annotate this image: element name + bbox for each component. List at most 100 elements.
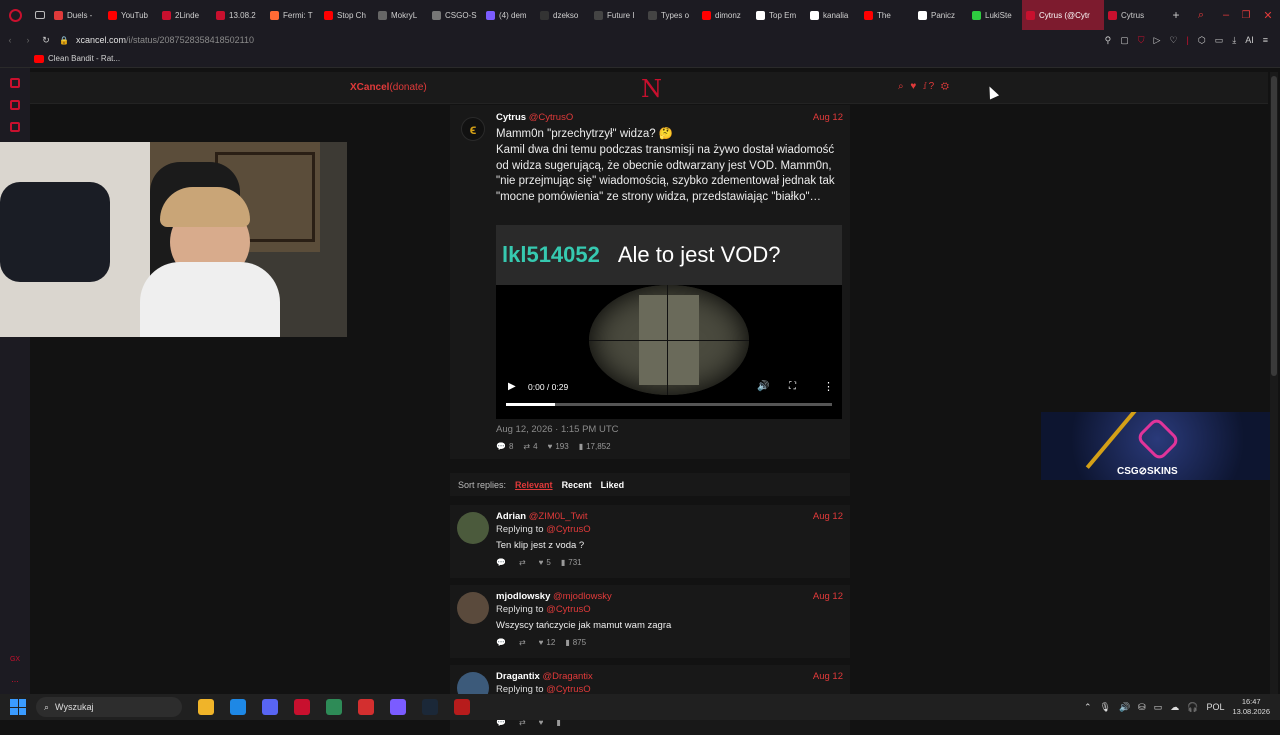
forward-icon[interactable]: ›	[20, 35, 36, 45]
reply-date[interactable]: Aug 12	[813, 511, 843, 522]
new-tab-button[interactable]: +	[1166, 0, 1186, 30]
browser-tab[interactable]: kanalia	[806, 0, 860, 30]
retweet-stat[interactable]: ⇄	[519, 558, 529, 567]
network-icon[interactable]: ⛁	[1138, 702, 1146, 713]
like-stat[interactable]: ♥ 193	[548, 442, 569, 451]
author-name[interactable]: Adrian	[496, 511, 526, 522]
scrollbar[interactable]	[1270, 72, 1278, 694]
extensions-icon[interactable]: ⬡	[1198, 35, 1206, 46]
wallet-sidebar-icon[interactable]	[10, 100, 20, 110]
fullscreen-icon[interactable]: ⛶	[789, 381, 796, 392]
play-icon[interactable]: ▷	[1154, 35, 1161, 46]
back-icon[interactable]: ‹	[0, 35, 20, 45]
scrollbar-thumb[interactable]	[1271, 76, 1277, 376]
video-player[interactable]: lkl514052 Ale to jest VOD? ▶ 0:00 / 0:29…	[496, 225, 842, 419]
browser-tab[interactable]: (4) dem	[482, 0, 536, 30]
browser-tab[interactable]: Panicz	[914, 0, 968, 30]
sort-relevant[interactable]: Relevant	[515, 480, 553, 490]
menu-icon[interactable]: ≡	[1263, 35, 1268, 45]
tweet-timestamp[interactable]: Aug 12, 2026 · 1:15 PM UTC	[496, 424, 619, 435]
reply-date[interactable]: Aug 12	[813, 671, 843, 682]
browser-tab[interactable]: MokryL	[374, 0, 428, 30]
ai-button[interactable]: AI	[1245, 35, 1254, 45]
site-brand[interactable]: XCancel(donate)	[350, 82, 427, 93]
author-handle[interactable]: @ZIM0L_Twit	[529, 511, 588, 522]
retweet-stat[interactable]: ⇄	[519, 638, 529, 647]
browser-tab[interactable]: YouTub	[104, 0, 158, 30]
retweet-stat[interactable]: ⇄ 4	[523, 442, 537, 451]
author-handle[interactable]: @CytrusO	[529, 112, 573, 123]
browser-tab[interactable]: 13.08.2	[212, 0, 266, 30]
minimize-icon[interactable]: –	[1216, 9, 1236, 21]
author-name[interactable]: Dragantix	[496, 671, 540, 682]
app-red-icon[interactable]	[358, 699, 374, 715]
progress-track[interactable]	[506, 403, 832, 406]
file-explorer-icon[interactable]	[198, 699, 214, 715]
messenger-sidebar-icon[interactable]	[10, 122, 20, 132]
header-icons[interactable]: ⌕ ♥ ⅈ? ⚙	[898, 81, 951, 92]
browser-tab[interactable]: LukiSte	[968, 0, 1022, 30]
search-tabs-icon[interactable]: ⌕	[1186, 9, 1216, 22]
reply-stat[interactable]: 💬	[496, 558, 509, 567]
more-sidebar-icon[interactable]: ...	[0, 674, 30, 684]
gx-label[interactable]: GX	[0, 656, 30, 663]
browser-tab[interactable]: Fermi: T	[266, 0, 320, 30]
restore-icon[interactable]: ❐	[1236, 10, 1256, 21]
author-name[interactable]: mjodlowsky	[496, 591, 550, 602]
avatar[interactable]: ϵ	[461, 117, 485, 141]
like-stat[interactable]: ♥ 12	[539, 638, 556, 647]
steam-icon[interactable]	[422, 699, 438, 715]
browser-tab[interactable]: Duels -	[50, 0, 104, 30]
replying-handle[interactable]: @CytrusO	[546, 524, 590, 535]
url-domain[interactable]: xcancel.com	[76, 35, 126, 45]
browser-tab[interactable]: Future I	[590, 0, 644, 30]
browser-tab[interactable]: Top Em	[752, 0, 806, 30]
workspaces-icon[interactable]	[30, 11, 50, 19]
snapshot-icon[interactable]: ▢	[1120, 35, 1129, 46]
author-name[interactable]: Cytrus	[496, 112, 526, 123]
discord-icon[interactable]	[262, 699, 278, 715]
reply-stat[interactable]: 💬	[496, 638, 509, 647]
app-purple-icon[interactable]	[390, 699, 406, 715]
reply-stat[interactable]: 💬 8	[496, 442, 513, 451]
wallet-icon[interactable]: ▭	[1215, 35, 1224, 46]
windows-start-icon[interactable]	[10, 699, 26, 715]
display-icon[interactable]: ▭	[1154, 702, 1163, 713]
video-menu-icon[interactable]: ⋮	[823, 380, 834, 393]
opera-gx-icon[interactable]	[294, 699, 310, 715]
author-handle[interactable]: @mjodlowsky	[553, 591, 612, 602]
bookmark-icon[interactable]: ⚲	[1105, 35, 1112, 46]
opera-sidebar-icon[interactable]	[10, 78, 20, 88]
author-handle[interactable]: @Dragantix	[542, 671, 592, 682]
like-stat[interactable]: ♥ 5	[539, 558, 551, 567]
shield-app-icon[interactable]	[454, 699, 470, 715]
browser-tab[interactable]: Cytrus	[1104, 0, 1158, 30]
mic-icon[interactable]: 🎙	[1100, 702, 1111, 713]
heart-icon[interactable]: ♡	[1169, 35, 1177, 46]
browser-tab[interactable]: 2Linde	[158, 0, 212, 30]
globe-icon[interactable]	[326, 699, 342, 715]
brand-name[interactable]: XCancel	[350, 82, 389, 93]
ad-banner[interactable]: CSG⊘SKINS	[1041, 412, 1274, 480]
sort-liked[interactable]: Liked	[601, 480, 625, 490]
reload-icon[interactable]: ↻	[36, 35, 56, 46]
download-icon[interactable]: ⤓	[1232, 35, 1236, 46]
reply-date[interactable]: Aug 12	[813, 591, 843, 602]
taskbar-search[interactable]: ⌕ Wyszukaj	[36, 697, 182, 717]
replying-handle[interactable]: @CytrusO	[546, 604, 590, 615]
tweet-date[interactable]: Aug 12	[813, 112, 843, 123]
close-window-icon[interactable]: ✕	[1256, 9, 1280, 22]
play-button[interactable]: ▶	[508, 381, 516, 392]
avatar[interactable]	[457, 592, 489, 624]
url-path[interactable]: /i/status/2087528358418502110	[126, 35, 254, 45]
bookmark-item[interactable]: Clean Bandit - Rat...	[48, 54, 120, 63]
headset-icon[interactable]: 🎧	[1187, 702, 1198, 713]
weather-icon[interactable]: ☁	[1170, 702, 1179, 713]
browser-tab[interactable]: Stop Ch	[320, 0, 374, 30]
donate-link[interactable]: (donate)	[389, 82, 426, 93]
opera-logo-icon[interactable]	[0, 8, 30, 22]
language-indicator[interactable]: POL	[1206, 702, 1224, 712]
site-logo[interactable]: N	[641, 75, 662, 103]
avatar[interactable]	[457, 512, 489, 544]
browser-tab[interactable]: The	[860, 0, 914, 30]
